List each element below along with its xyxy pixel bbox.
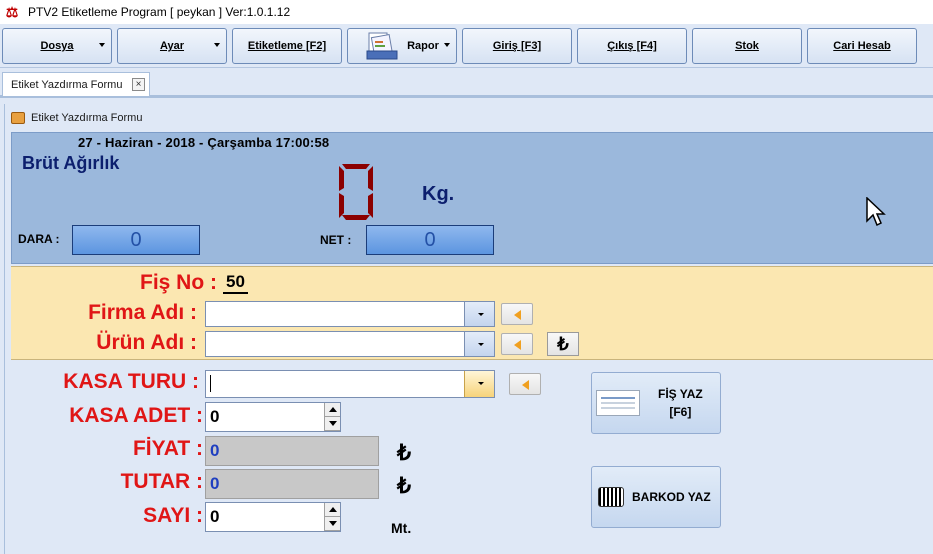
barkod-yaz-button[interactable]: BARKOD YAZ bbox=[591, 466, 721, 528]
menu-bar: Dosya Ayar Etiketleme [F2] Rapor Giriş [… bbox=[0, 24, 933, 68]
menu-giris-button[interactable]: Giriş [F3] bbox=[462, 28, 572, 64]
tutar-field: 0 bbox=[205, 469, 379, 499]
stepper-up-icon[interactable] bbox=[325, 503, 340, 517]
fis-yaz-button[interactable]: FİŞ YAZ [F6] bbox=[591, 372, 721, 434]
menu-cikis-label: Çıkış [F4] bbox=[607, 40, 657, 52]
text-caret bbox=[210, 375, 211, 392]
kasa-adet-value: 0 bbox=[210, 407, 220, 426]
lira-icon: ₺ bbox=[397, 440, 411, 465]
menu-dosya-button[interactable]: Dosya bbox=[2, 28, 112, 64]
kasa-back-button[interactable] bbox=[509, 373, 541, 395]
fis-no-label: Fiş No : bbox=[140, 271, 217, 294]
barcode-icon bbox=[598, 487, 624, 507]
kasa-adet-stepper[interactable]: 0 bbox=[205, 402, 341, 432]
sayi-label: SAYI : bbox=[143, 504, 203, 527]
lira-icon: ₺ bbox=[397, 473, 411, 498]
form-title: Etiket Yazdırma Formu bbox=[31, 112, 143, 124]
menu-giris-label: Giriş [F3] bbox=[492, 40, 542, 52]
fiyat-field: 0 bbox=[205, 436, 379, 466]
menu-stok-button[interactable]: Stok bbox=[692, 28, 802, 64]
header-info-panel: Fiş No : 50 Firma Adı : Ürün Adı : ₺ bbox=[11, 266, 933, 360]
sayi-value: 0 bbox=[210, 507, 220, 526]
menu-etiketleme-label: Etiketleme [F2] bbox=[247, 40, 327, 52]
kasa-panel: KASA TURU : KASA ADET : 0 FİYAT : 0 ₺ TU… bbox=[11, 362, 933, 554]
chevron-down-icon bbox=[444, 43, 450, 47]
rapor-icon bbox=[365, 31, 399, 61]
menu-stok-label: Stok bbox=[735, 40, 759, 52]
urun-adi-label: Ürün Adı : bbox=[96, 331, 197, 354]
kasa-adet-label: KASA ADET : bbox=[69, 404, 203, 427]
stepper-down-icon[interactable] bbox=[325, 417, 340, 431]
window-title: PTV2 Etiketleme Program [ peykan ] Ver:1… bbox=[28, 5, 291, 19]
dara-label: DARA : bbox=[18, 232, 60, 246]
title-bar: ⚖ PTV2 Etiketleme Program [ peykan ] Ver… bbox=[0, 0, 933, 24]
form-title-bar: Etiket Yazdırma Formu bbox=[5, 108, 142, 128]
chevron-down-icon[interactable] bbox=[464, 371, 494, 397]
form-icon bbox=[11, 112, 25, 124]
menu-cari-hesab-label: Cari Hesab bbox=[833, 40, 891, 52]
menu-rapor-label: Rapor bbox=[407, 40, 439, 52]
brut-weight-label: Brüt Ağırlık bbox=[22, 153, 120, 173]
tutar-value: 0 bbox=[210, 474, 220, 493]
lira-icon: ₺ bbox=[557, 333, 569, 354]
urun-back-button[interactable] bbox=[501, 333, 533, 355]
menu-ayar-button[interactable]: Ayar bbox=[117, 28, 227, 64]
urun-adi-combo[interactable] bbox=[205, 331, 495, 357]
firma-adi-label: Firma Adı : bbox=[88, 301, 197, 324]
mouse-cursor-icon bbox=[866, 197, 886, 227]
barkod-yaz-label: BARKOD YAZ bbox=[632, 490, 711, 504]
tab-strip: Etiket Yazdırma Formu × bbox=[0, 68, 933, 98]
chevron-down-icon bbox=[214, 43, 220, 47]
sayi-stepper[interactable]: 0 bbox=[205, 502, 341, 532]
kasa-turu-combo[interactable] bbox=[205, 370, 495, 398]
stepper-down-icon[interactable] bbox=[325, 517, 340, 531]
scales-icon: ⚖ bbox=[5, 3, 19, 20]
kg-unit-label: Kg. bbox=[422, 183, 455, 205]
form-window: Etiket Yazdırma Formu 27 - Haziran - 201… bbox=[4, 104, 933, 554]
date-time-display: 27 - Haziran - 2018 - Çarşamba 17:00:58 bbox=[78, 135, 330, 150]
tab-etiket-yazdirma[interactable]: Etiket Yazdırma Formu × bbox=[2, 72, 150, 96]
menu-cari-hesab-button[interactable]: Cari Hesab bbox=[807, 28, 917, 64]
chevron-down-icon[interactable] bbox=[464, 302, 494, 326]
menu-ayar-label: Ayar bbox=[159, 40, 185, 52]
close-icon[interactable]: × bbox=[132, 78, 145, 91]
unit-mt-label: Mt. bbox=[391, 520, 412, 536]
menu-etiketleme-button[interactable]: Etiketleme [F2] bbox=[232, 28, 342, 64]
weight-digit-display bbox=[339, 164, 373, 220]
tab-label: Etiket Yazdırma Formu bbox=[11, 78, 123, 91]
chevron-down-icon bbox=[99, 43, 105, 47]
kasa-turu-label: KASA TURU : bbox=[63, 370, 199, 393]
stepper-control[interactable] bbox=[324, 503, 340, 531]
dara-value: 0 bbox=[72, 225, 200, 255]
net-value: 0 bbox=[366, 225, 494, 255]
tutar-label: TUTAR : bbox=[120, 470, 203, 493]
receipt-icon bbox=[596, 390, 640, 416]
menu-cikis-button[interactable]: Çıkış [F4] bbox=[577, 28, 687, 64]
net-label: NET : bbox=[320, 233, 352, 247]
fis-yaz-label: FİŞ YAZ bbox=[658, 387, 703, 401]
stepper-up-icon[interactable] bbox=[325, 403, 340, 417]
stepper-control[interactable] bbox=[324, 403, 340, 431]
fis-no-value: 50 bbox=[223, 272, 248, 294]
firma-adi-combo[interactable] bbox=[205, 301, 495, 327]
fiyat-label: FİYAT : bbox=[132, 437, 203, 460]
fiyat-value: 0 bbox=[210, 441, 220, 460]
fis-yaz-key: [F6] bbox=[669, 405, 692, 419]
menu-dosya-label: Dosya bbox=[40, 40, 74, 52]
fis-yaz-text: FİŞ YAZ [F6] bbox=[658, 385, 703, 421]
lira-price-button[interactable]: ₺ bbox=[547, 332, 579, 356]
menu-rapor-button[interactable]: Rapor bbox=[347, 28, 457, 64]
firma-back-button[interactable] bbox=[501, 303, 533, 325]
chevron-down-icon[interactable] bbox=[464, 332, 494, 356]
weighing-panel: 27 - Haziran - 2018 - Çarşamba 17:00:58 … bbox=[11, 132, 933, 264]
